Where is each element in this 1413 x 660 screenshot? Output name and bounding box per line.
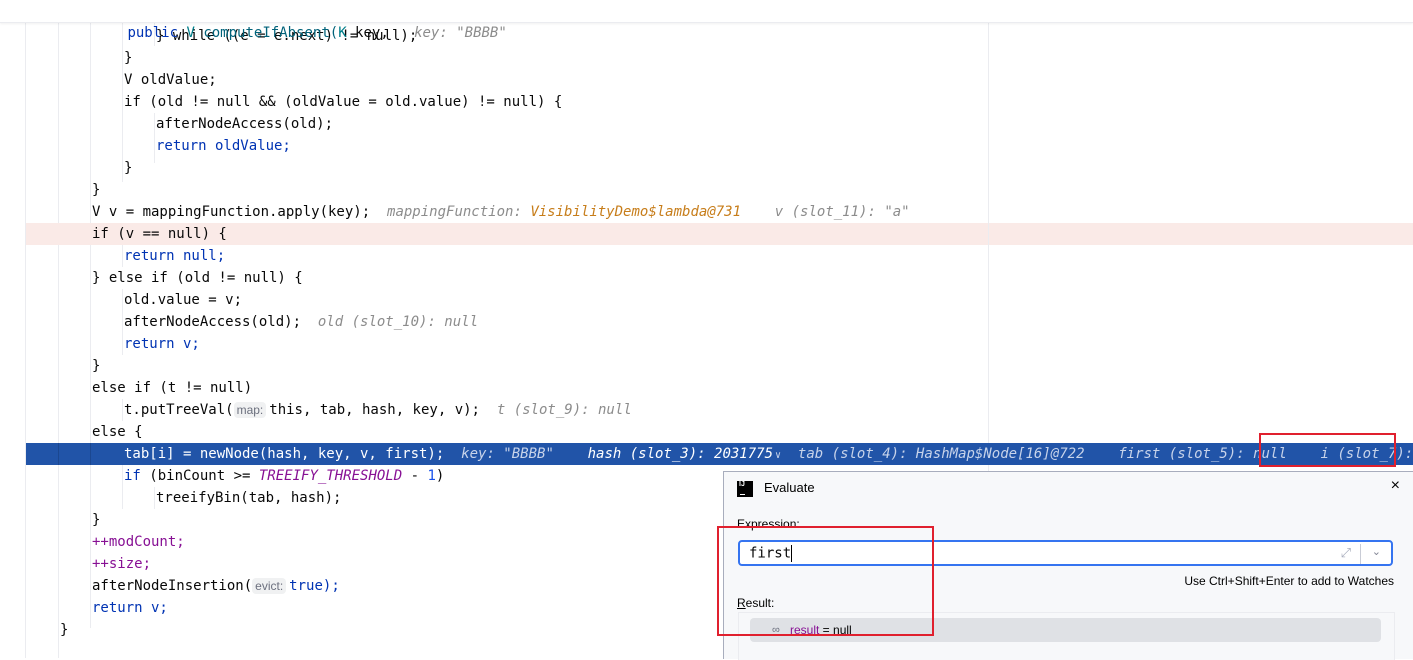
- inline-hint-hash[interactable]: hash (slot_3): 2031775: [588, 446, 773, 462]
- result-name: result: [790, 623, 820, 637]
- intellij-logo-icon: IJ: [737, 481, 753, 497]
- result-equals: =: [819, 623, 834, 637]
- code-line[interactable]: }: [0, 157, 1413, 179]
- code-line[interactable]: old.value = v;: [0, 289, 1413, 311]
- code-line[interactable]: V v = mappingFunction.apply(key); mappin…: [0, 201, 1413, 223]
- param-key: key,: [346, 25, 389, 41]
- inline-hint-key: key: "BBBB": [414, 25, 507, 41]
- expression-input[interactable]: first ⤢ ⌄: [738, 540, 1393, 566]
- code-line[interactable]: return v;: [0, 333, 1413, 355]
- code-line[interactable]: else {: [0, 421, 1413, 443]
- param-name-hint: map:: [233, 402, 267, 418]
- indent-guide: [58, 443, 59, 465]
- code-line[interactable]: afterNodeAccess(old);: [0, 113, 1413, 135]
- result-row[interactable]: ∞ result = null: [750, 618, 1381, 642]
- code-line-breakpoint[interactable]: if (v == null) {: [26, 223, 1413, 245]
- code-line[interactable]: return oldValue;: [0, 135, 1413, 157]
- code-line[interactable]: else if (t != null): [0, 377, 1413, 399]
- chevron-down-icon[interactable]: ⌄: [1372, 545, 1381, 558]
- code-line[interactable]: if (old != null && (oldValue = old.value…: [0, 91, 1413, 113]
- inline-hint-key: key: "BBBB": [461, 446, 554, 462]
- result-tree[interactable]: ∞ result = null: [738, 612, 1395, 660]
- result-label: Result:: [737, 596, 775, 610]
- inline-hint-i: i (slot_7): 15: [1320, 446, 1413, 462]
- evaluate-dialog[interactable]: IJ Evaluate × Expression: first ⤢ ⌄ Use …: [723, 471, 1413, 660]
- method-name: computeIfAbsent(: [203, 25, 339, 41]
- code-line[interactable]: afterNodeAccess(old); old (slot_10): nul…: [0, 311, 1413, 333]
- expand-icon[interactable]: ⤢: [1341, 545, 1351, 561]
- sticky-method-header: public V computeIfAbsent(K key, key: "BB…: [0, 0, 1413, 41]
- code-line[interactable]: } else if (old != null) {: [0, 267, 1413, 289]
- watch-glasses-icon: ∞: [772, 624, 780, 636]
- close-icon[interactable]: ×: [1391, 477, 1400, 495]
- expression-value: first: [749, 545, 792, 562]
- dialog-title: Evaluate: [764, 480, 815, 495]
- kw-public: public: [127, 25, 179, 41]
- code-line[interactable]: t.putTreeVal(map: this, tab, hash, key, v…: [0, 399, 1413, 421]
- watches-hint: Use Ctrl+Shift+Enter to add to Watches: [1184, 574, 1394, 588]
- inline-hint-old: old (slot_10): null: [317, 314, 479, 330]
- type-k: K: [338, 25, 347, 41]
- inline-hint-first: first (slot_5): null: [1118, 446, 1287, 462]
- code-line[interactable]: }: [0, 355, 1413, 377]
- indent-guide: [90, 443, 91, 465]
- param-name-hint: evict:: [252, 578, 287, 594]
- expression-label: Expression:: [737, 517, 800, 531]
- code-line[interactable]: return null;: [0, 245, 1413, 267]
- inline-hint-mapping-function: mappingFunction: VisibilityDemo$lambda@7…: [387, 204, 910, 220]
- code-line[interactable]: }: [0, 179, 1413, 201]
- divider: [1360, 544, 1361, 564]
- current-execution-line[interactable]: tab[i] = newNode(hash, key, v, first); k…: [26, 443, 1413, 465]
- type-v: V: [186, 25, 195, 41]
- inline-hint-t: t (slot_9): null: [496, 402, 632, 418]
- chevron-down-icon[interactable]: ∨: [775, 445, 781, 467]
- text-caret: [791, 545, 793, 562]
- result-value: null: [833, 623, 852, 637]
- code-line[interactable]: V oldValue;: [0, 69, 1413, 91]
- inline-hint-tab: tab (slot_4): HashMap$Node[16]@722: [797, 446, 1085, 462]
